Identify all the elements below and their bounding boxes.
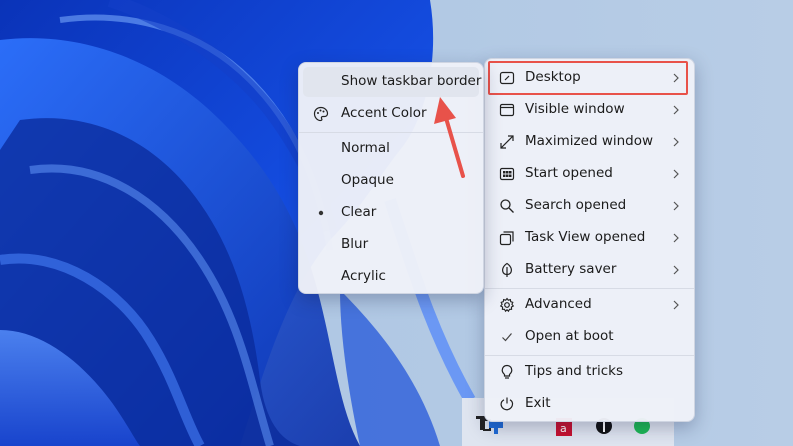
submenu-item-accent-color[interactable]: Accent Color [303, 99, 479, 129]
menu-item-label: Start opened [525, 165, 613, 181]
gear-icon [499, 297, 515, 313]
submenu-item-show-taskbar-border[interactable]: Show taskbar border [303, 67, 482, 97]
menu-separator [299, 132, 483, 133]
chevron-right-icon [673, 233, 679, 243]
radio-selected-dot-icon [318, 210, 324, 216]
menu-item-tips-and-tricks[interactable]: Tips and tricks [489, 357, 690, 387]
menu-item-label: Open at boot [525, 328, 614, 344]
submenu-item-label: Opaque [341, 172, 394, 188]
menu-item-label: Exit [525, 395, 551, 411]
submenu-item-label: Blur [341, 236, 369, 252]
lightbulb-icon [501, 364, 513, 379]
start-grid-icon [499, 167, 515, 181]
menu-item-open-at-boot[interactable]: Open at boot [489, 322, 690, 352]
menu-item-visible-window[interactable]: Visible window [489, 95, 690, 125]
menu-item-search-opened[interactable]: Search opened [489, 191, 690, 221]
submenu-item-blur[interactable]: Blur [303, 230, 479, 260]
submenu-item-normal[interactable]: Normal [303, 134, 479, 164]
chevron-right-icon [673, 137, 679, 147]
menu-item-advanced[interactable]: Advanced [489, 290, 690, 320]
leaf-icon [502, 262, 512, 277]
chevron-right-icon [673, 265, 679, 275]
submenu-item-acrylic[interactable]: Acrylic [303, 262, 479, 292]
menu-item-start-opened[interactable]: Start opened [489, 159, 690, 189]
palette-icon [313, 106, 329, 122]
tray-context-menu: Desktop Visible window Maximized window … [484, 58, 695, 422]
submenu-item-label: Accent Color [341, 105, 427, 121]
submenu-item-label: Acrylic [341, 268, 386, 284]
svg-text:a: a [560, 422, 567, 435]
desktop-submenu: Show taskbar border Accent Color Normal … [298, 62, 484, 294]
window-icon [499, 103, 515, 117]
maximize-icon [500, 135, 514, 149]
menu-item-exit[interactable]: Exit [489, 389, 690, 419]
menu-item-label: Battery saver [525, 261, 617, 277]
submenu-item-opaque[interactable]: Opaque [303, 166, 479, 196]
menu-item-label: Search opened [525, 197, 627, 213]
chevron-right-icon [673, 105, 679, 115]
menu-item-label: Maximized window [525, 133, 654, 149]
tray-icon-network[interactable] [489, 420, 503, 434]
chevron-right-icon [673, 201, 679, 211]
submenu-item-label: Clear [341, 204, 377, 220]
menu-item-task-view-opened[interactable]: Task View opened [489, 223, 690, 253]
menu-item-label: Tips and tricks [525, 363, 624, 379]
menu-item-maximized-window[interactable]: Maximized window [489, 127, 690, 157]
menu-item-label: Task View opened [525, 229, 646, 245]
power-icon [500, 397, 514, 411]
menu-separator [485, 355, 694, 356]
menu-item-label: Advanced [525, 296, 592, 312]
chevron-right-icon [673, 169, 679, 179]
search-icon [500, 199, 514, 213]
submenu-item-label: Normal [341, 140, 390, 156]
menu-item-label: Visible window [525, 101, 625, 117]
checkmark-icon [502, 333, 512, 342]
task-view-icon [499, 231, 514, 246]
submenu-item-clear[interactable]: Clear [303, 198, 479, 228]
desktop-highlight-outline [488, 61, 688, 95]
submenu-item-label: Show taskbar border [341, 73, 482, 89]
menu-item-battery-saver[interactable]: Battery saver [489, 255, 690, 285]
menu-separator [485, 288, 694, 289]
chevron-right-icon [673, 300, 679, 310]
